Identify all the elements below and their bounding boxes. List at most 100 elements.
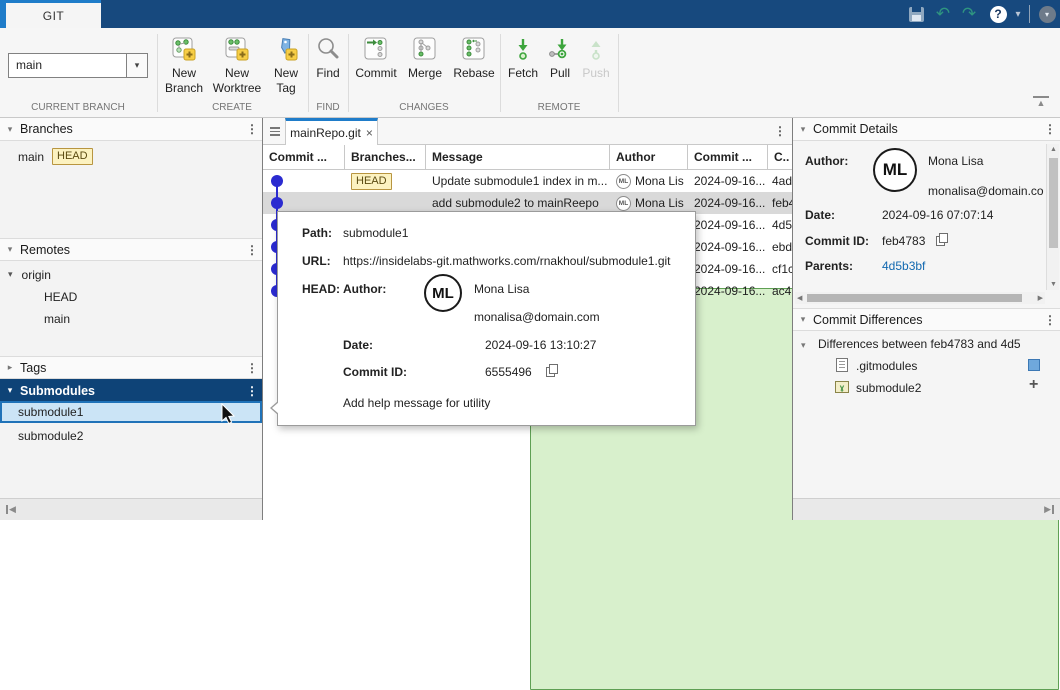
submodules-panel-header[interactable]: ▾ Submodules ⋮: [0, 379, 262, 402]
submodules-menu-icon[interactable]: ⋮: [242, 384, 262, 398]
commit-date: 2024-09-16...: [694, 284, 765, 298]
diff-file-gitmodules[interactable]: .gitmodules: [856, 359, 917, 373]
document-list-icon[interactable]: [270, 127, 280, 138]
new-worktree-button[interactable]: New Worktree: [209, 36, 265, 96]
remotes-panel-header[interactable]: ▾ Remotes ⋮: [0, 238, 262, 261]
chevron-down-icon: ▾: [0, 385, 20, 396]
chevron-down-icon: ▾: [135, 60, 140, 71]
commit-differences-menu-icon[interactable]: ⋮: [1040, 313, 1060, 327]
tags-panel-header[interactable]: ▸ Tags ⋮: [0, 356, 262, 379]
diff-tree-root[interactable]: Differences between feb4783 and 4d5: [818, 337, 1053, 351]
col-commit-date[interactable]: Commit ...: [688, 145, 768, 169]
author-name: Mona Lis: [635, 174, 684, 188]
tabbar-menu-icon[interactable]: ⋮: [770, 124, 790, 138]
document-tabbar: mainRepo.git × ⋮: [263, 118, 792, 145]
horizontal-scrollbar[interactable]: ◀ ▶: [795, 292, 1045, 304]
close-icon[interactable]: ×: [366, 126, 373, 140]
col-commit-graph[interactable]: Commit ...: [263, 145, 345, 169]
author-name: Mona Lis: [635, 196, 684, 210]
date-value: 2024-09-16 13:10:27: [485, 338, 596, 352]
scroll-up-icon[interactable]: ▲: [1047, 146, 1060, 153]
branch-item-main[interactable]: main HEAD: [18, 146, 93, 167]
tab-git[interactable]: GIT: [6, 0, 101, 28]
tab-mainrepo[interactable]: mainRepo.git ×: [285, 118, 378, 145]
rebase-button[interactable]: Rebase: [450, 36, 498, 81]
profile-menu-button[interactable]: ▾: [1035, 0, 1059, 28]
commit-button[interactable]: Commit: [352, 36, 400, 81]
table-row[interactable]: HEAD main Update submodule1 index in m..…: [263, 170, 792, 192]
parents-label: Parents:: [805, 259, 853, 273]
titlebar-separator: [1029, 5, 1030, 23]
commit-date: 2024-09-16...: [694, 218, 765, 232]
right-panel-collapse-strip[interactable]: ▶: [793, 498, 1060, 520]
collapse-ribbon-button[interactable]: ▲: [1033, 96, 1049, 108]
save-button[interactable]: [903, 0, 929, 28]
submodule2-label: submodule2: [18, 429, 83, 443]
rebase-icon: [461, 36, 487, 62]
merge-icon: [412, 36, 438, 62]
commit-differences-header[interactable]: ▾ Commit Differences ⋮: [793, 308, 1060, 331]
vertical-scrollbar[interactable]: ▲ ▼: [1046, 144, 1059, 290]
find-button[interactable]: Find: [311, 36, 345, 81]
date-value: 2024-09-16 07:07:14: [882, 208, 993, 222]
branches-menu-icon[interactable]: ⋮: [242, 122, 262, 136]
avatar: ML: [616, 174, 631, 189]
commit-details-header[interactable]: ▾ Commit Details ⋮: [793, 118, 1060, 141]
col-author[interactable]: Author: [610, 145, 688, 169]
git-client-window: GIT ↶ ↷ ? ▾ ▾ main ▾ CURRENT BRANCH: [0, 0, 1060, 520]
branches-title: Branches: [20, 122, 242, 136]
new-tag-button[interactable]: New Tag: [267, 36, 305, 96]
current-branch-combobox[interactable]: main ▾: [8, 53, 148, 78]
merge-button[interactable]: Merge: [403, 36, 447, 81]
fetch-button[interactable]: Fetch: [505, 36, 541, 81]
diff-file-submodule2[interactable]: submodule2: [856, 381, 921, 395]
push-icon: [583, 36, 609, 62]
path-value: submodule1: [343, 226, 408, 240]
tags-menu-icon[interactable]: ⋮: [242, 361, 262, 375]
sidebar-collapse-strip[interactable]: ◀: [0, 498, 262, 520]
help-icon: ?: [990, 6, 1007, 23]
scroll-down-icon[interactable]: ▼: [1047, 281, 1060, 288]
remote-item-main[interactable]: main: [44, 308, 70, 329]
redo-button[interactable]: ↷: [957, 0, 981, 28]
mouse-cursor: [218, 403, 238, 427]
copy-icon[interactable]: [546, 364, 557, 376]
help-dropdown[interactable]: ▾: [1010, 0, 1026, 28]
sidebar: ▾ Branches ⋮ main HEAD ▾ Remotes ⋮ ▾ ori…: [0, 118, 262, 520]
profile-chevron-icon: ▾: [1039, 6, 1056, 23]
help-button[interactable]: ?: [986, 0, 1010, 28]
submodules-title: Submodules: [20, 384, 242, 398]
remote-item-head[interactable]: HEAD: [44, 286, 77, 307]
fetch-icon: [510, 36, 536, 62]
modified-status-icon: [1028, 359, 1040, 371]
commit-details-title: Commit Details: [813, 122, 1040, 136]
chevron-down-icon: ▾: [0, 124, 20, 135]
scrollbar-thumb[interactable]: [807, 294, 1022, 302]
push-button: Push: [579, 36, 613, 81]
remotes-menu-icon[interactable]: ⋮: [242, 243, 262, 257]
parent-commit-link[interactable]: 4d5b3bf: [882, 259, 925, 273]
branches-panel-header[interactable]: ▾ Branches ⋮: [0, 118, 262, 141]
push-label: Push: [582, 66, 609, 81]
commit-date: 2024-09-16...: [694, 240, 765, 254]
scroll-right-icon[interactable]: ▶: [1038, 294, 1043, 302]
undo-button[interactable]: ↶: [931, 0, 955, 28]
head-label: HEAD:: [302, 282, 340, 296]
scrollbar-thumb[interactable]: [1049, 158, 1058, 248]
col-message[interactable]: Message: [426, 145, 610, 169]
copy-icon[interactable]: [936, 233, 947, 245]
col-branches[interactable]: Branches...: [345, 145, 426, 169]
pull-label: Pull: [550, 66, 570, 81]
date-label: Date:: [343, 338, 373, 352]
scroll-left-icon[interactable]: ◀: [797, 294, 802, 302]
new-branch-button[interactable]: New Branch: [161, 36, 207, 96]
commit-details-menu-icon[interactable]: ⋮: [1040, 122, 1060, 136]
combobox-dropdown-button[interactable]: ▾: [126, 54, 147, 77]
pull-button[interactable]: Pull: [543, 36, 577, 81]
remote-item-origin[interactable]: ▾ origin: [8, 264, 51, 285]
submodule-item-2[interactable]: submodule2: [18, 425, 83, 446]
col-commit-id[interactable]: C..: [768, 145, 792, 169]
avatar: ML: [616, 196, 631, 211]
commit-date: 2024-09-16...: [694, 262, 765, 276]
remote-head-label: HEAD: [44, 290, 77, 304]
